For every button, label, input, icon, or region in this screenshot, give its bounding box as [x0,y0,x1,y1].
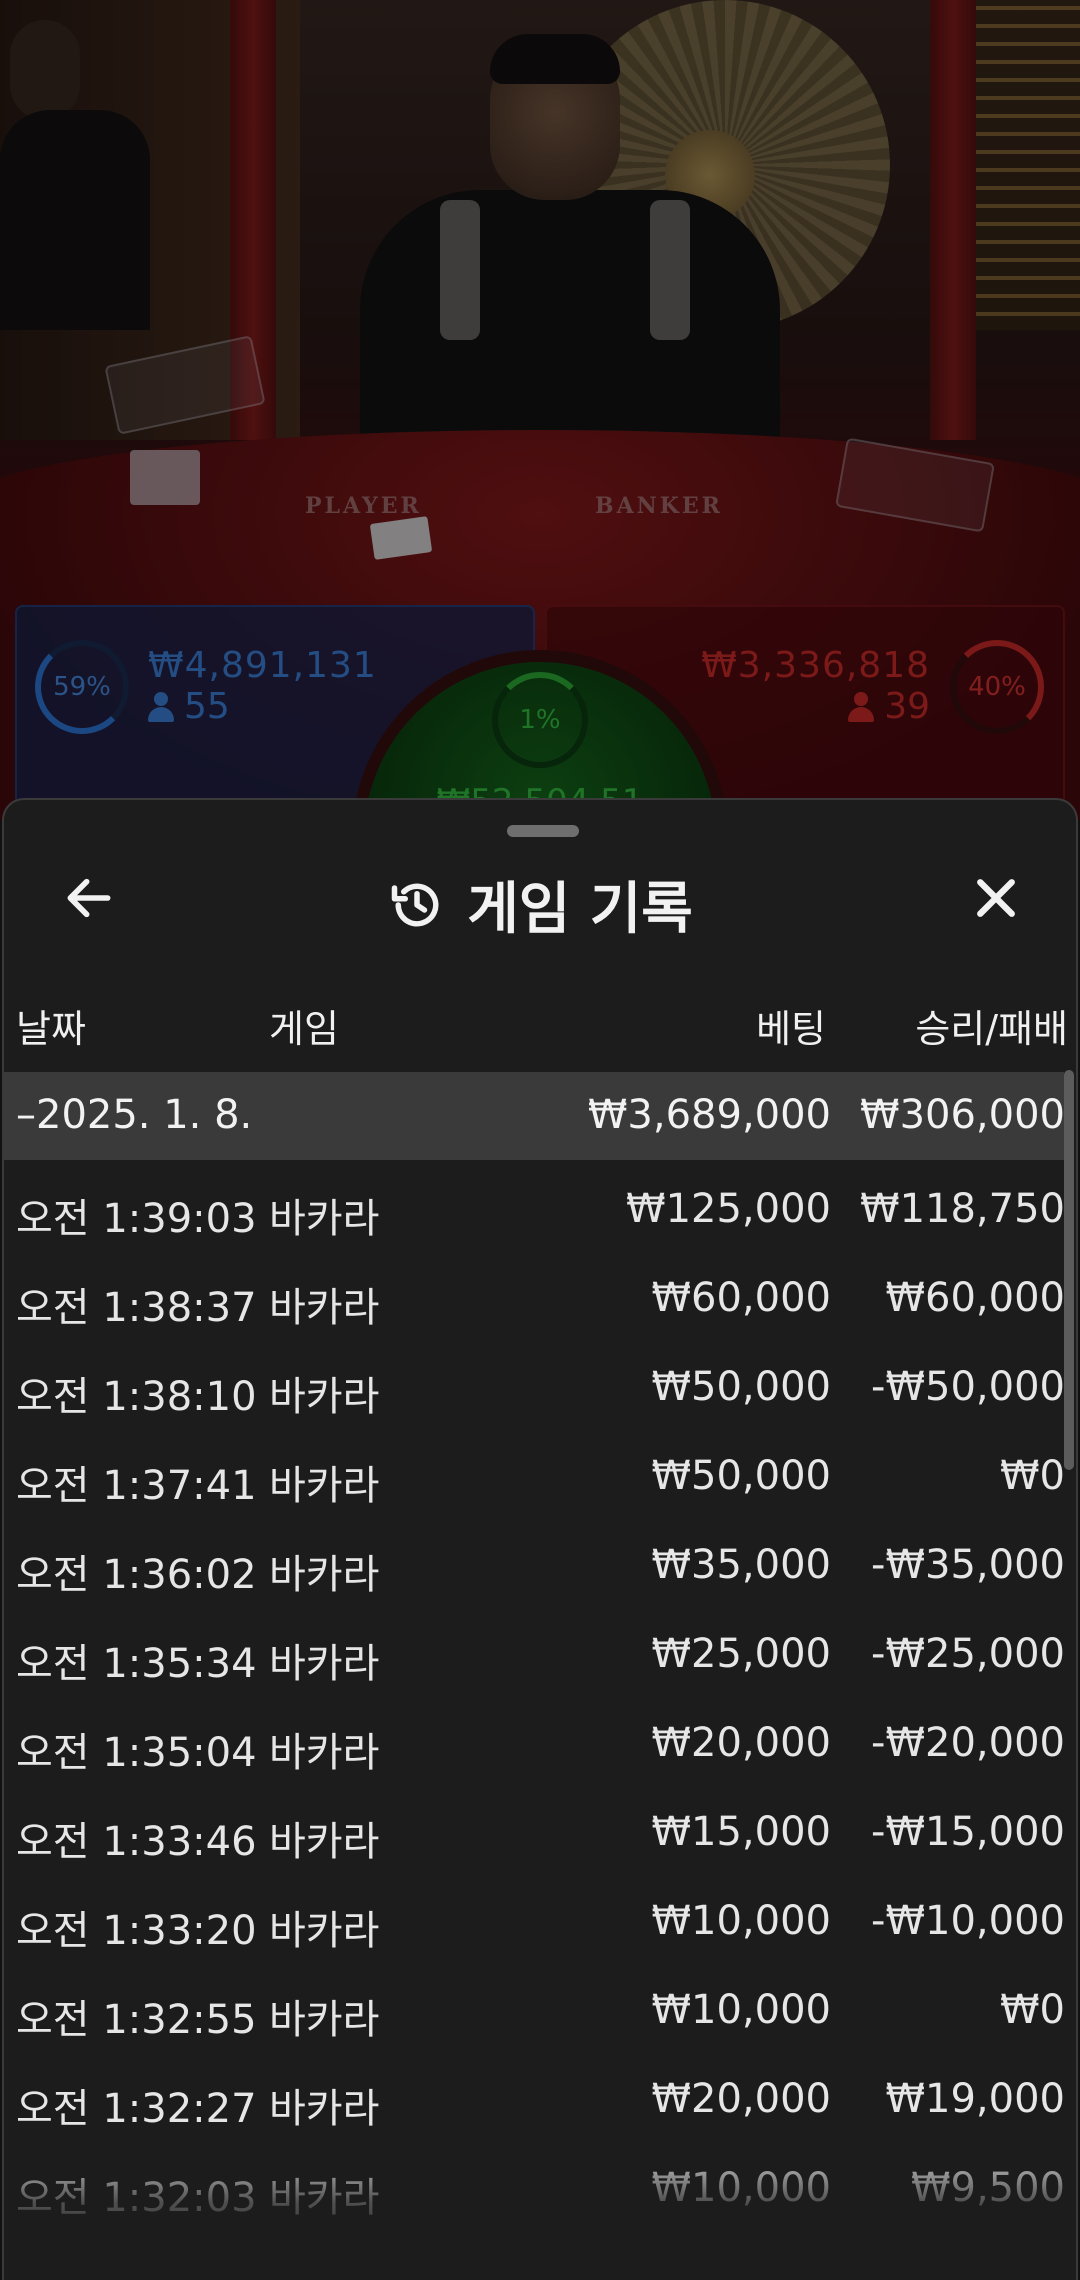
row-game: 바카라 [269,1285,380,1331]
column-header-win-loss: 승리/패배 [915,1007,1068,1051]
game-history-sheet: 게임 기록 날짜 게임 베팅 승리/패배 –2025. 1. 8. ₩3,689… [2,798,1078,2280]
history-row[interactable]: 오전 1:39:03 바카라 ₩125,000 ₩118,750 [4,1162,1065,1251]
row-bet: ₩35,000 [651,1542,831,1588]
row-bet: ₩20,000 [651,1720,831,1766]
row-bet: ₩50,000 [651,1364,831,1410]
history-row[interactable]: 오전 1:37:41 바카라 ₩50,000 ₩0 [4,1429,1065,1518]
row-bet: ₩25,000 [651,1631,831,1677]
history-row[interactable]: 오전 1:33:20 바카라 ₩10,000 -₩10,000 [4,1874,1065,1963]
column-header-bet: 베팅 [756,1007,826,1051]
history-row[interactable]: 오전 1:38:10 바카라 ₩50,000 -₩50,000 [4,1340,1065,1429]
row-result: ₩0 [1000,1987,1065,2033]
row-result: -₩15,000 [871,1809,1065,1855]
row-time: 오전 1:32:55 [16,1997,257,2043]
row-time: 오전 1:33:46 [16,1819,257,1865]
history-list: 오전 1:39:03 바카라 ₩125,000 ₩118,750 오전 1:38:37… [4,1162,1065,2230]
row-result: ₩19,000 [885,2076,1065,2122]
history-row[interactable]: 오전 1:35:04 바카라 ₩20,000 -₩20,000 [4,1696,1065,1785]
row-time: 오전 1:33:20 [16,1908,257,1954]
group-date: –2025. 1. 8. [16,1092,253,1138]
drag-handle[interactable] [507,825,579,837]
row-bet: ₩10,000 [651,2165,831,2211]
row-game: 바카라 [269,2086,380,2132]
row-bet: ₩10,000 [651,1898,831,1944]
modal-scrim[interactable] [0,0,1080,820]
date-group-row[interactable]: –2025. 1. 8. ₩3,689,000 ₩306,000 [4,1072,1065,1160]
row-time: 오전 1:35:04 [16,1730,257,1776]
column-header-game: 게임 [269,1007,339,1051]
row-time: 오전 1:38:10 [16,1374,257,1420]
row-bet: ₩15,000 [651,1809,831,1855]
row-bet: ₩60,000 [651,1275,831,1321]
row-time: 오전 1:38:37 [16,1285,257,1331]
row-result: ₩9,500 [910,2165,1065,2211]
row-result: ₩118,750 [860,1186,1065,1232]
row-result: -₩35,000 [871,1542,1065,1588]
group-win-total: ₩306,000 [860,1092,1065,1138]
close-button[interactable] [956,858,1036,938]
history-row[interactable]: 오전 1:32:55 바카라 ₩10,000 ₩0 [4,1963,1065,2052]
scrollbar[interactable] [1064,1070,1074,1470]
row-result: ₩0 [1000,1453,1065,1499]
row-time: 오전 1:37:41 [16,1463,257,1509]
row-game: 바카라 [269,1374,380,1420]
row-result: -₩50,000 [871,1364,1065,1410]
history-row[interactable]: 오전 1:38:37 바카라 ₩60,000 ₩60,000 [4,1251,1065,1340]
row-time: 오전 1:39:03 [16,1196,257,1242]
row-bet: ₩10,000 [651,1987,831,2033]
column-header-date: 날짜 [16,1007,86,1051]
row-result: ₩60,000 [885,1275,1065,1321]
row-time: 오전 1:32:03 [16,2175,257,2221]
history-icon [391,883,439,926]
history-row[interactable]: 오전 1:36:02 바카라 ₩35,000 -₩35,000 [4,1518,1065,1607]
row-game: 바카라 [269,1908,380,1954]
group-bet-total: ₩3,689,000 [587,1092,831,1138]
row-bet: ₩50,000 [651,1453,831,1499]
row-result: -₩10,000 [871,1898,1065,1944]
row-bet: ₩20,000 [651,2076,831,2122]
history-row[interactable]: 오전 1:32:27 바카라 ₩20,000 ₩19,000 [4,2052,1065,2141]
row-result: -₩20,000 [871,1720,1065,1766]
row-game: 바카라 [269,1463,380,1509]
close-icon [977,879,1015,917]
row-game: 바카라 [269,1196,380,1242]
row-game: 바카라 [269,1552,380,1598]
sheet-title: 게임 기록 [467,877,693,942]
row-bet: ₩125,000 [626,1186,831,1232]
row-game: 바카라 [269,1641,380,1687]
history-row[interactable]: 오전 1:35:34 바카라 ₩25,000 -₩25,000 [4,1607,1065,1696]
row-game: 바카라 [269,1819,380,1865]
row-result: -₩25,000 [871,1631,1065,1677]
row-time: 오전 1:36:02 [16,1552,257,1598]
row-game: 바카라 [269,1997,380,2043]
history-row[interactable]: 오전 1:33:46 바카라 ₩15,000 -₩15,000 [4,1785,1065,1874]
sheet-header: 게임 기록 [4,864,1076,945]
row-game: 바카라 [269,1730,380,1776]
history-row[interactable]: 오전 1:32:03 바카라 ₩10,000 ₩9,500 [4,2141,1065,2230]
row-game: 바카라 [269,2175,380,2221]
row-time: 오전 1:32:27 [16,2086,257,2132]
row-time: 오전 1:35:34 [16,1641,257,1687]
